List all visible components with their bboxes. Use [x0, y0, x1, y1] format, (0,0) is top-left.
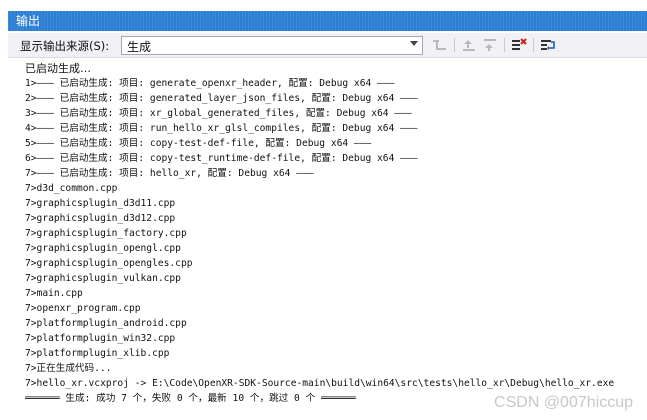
source-dropdown[interactable]: 生成 — [121, 36, 423, 55]
output-lines: 已启动生成… 1>——— 已启动生成: 项目: generate_openxr_… — [25, 61, 614, 406]
find-message-in-code-icon[interactable] — [431, 37, 449, 53]
output-line: 7>正在生成代码... — [25, 363, 112, 374]
source-label: 显示输出来源(S): — [20, 39, 110, 53]
titlebar-background — [8, 11, 647, 31]
go-to-next-message-icon[interactable] — [481, 37, 499, 53]
output-line: 7>graphicsplugin_d3d12.cpp — [25, 213, 176, 224]
output-line: 7>——— 已启动生成: 项目: hello_xr, 配置: Debug x64… — [25, 168, 314, 179]
watermark: CSDN @007hiccup — [494, 394, 633, 411]
chevron-down-icon[interactable] — [410, 41, 418, 46]
go-to-previous-message-icon[interactable] — [460, 37, 478, 53]
toolbar-separator — [504, 38, 505, 52]
output-line: 7>platformplugin_android.cpp — [25, 318, 187, 329]
output-line: 7>platformplugin_win32.cpp — [25, 333, 176, 344]
output-line: 7>hello_xr.vcxproj -> E:\Code\OpenXR-SDK… — [25, 378, 615, 389]
toolbar-separator — [533, 38, 534, 52]
output-line: 4>——— 已启动生成: 项目: run_hello_xr_glsl_compi… — [25, 123, 418, 134]
output-line: 7>graphicsplugin_factory.cpp — [25, 228, 187, 239]
source-dropdown-value: 生成 — [127, 40, 152, 54]
output-line: 3>——— 已启动生成: 项目: xr_global_generated_fil… — [25, 108, 412, 119]
output-line: 7>openxr_program.cpp — [25, 303, 141, 314]
output-line: 6>——— 已启动生成: 项目: copy-test_runtime-def-f… — [25, 153, 418, 164]
output-line: 1>——— 已启动生成: 项目: generate_openxr_header,… — [25, 78, 395, 89]
window-title: 输出 — [16, 14, 41, 28]
output-line: 2>——— 已启动生成: 项目: generated_layer_json_fi… — [25, 93, 418, 104]
output-line: 7>graphicsplugin_d3d11.cpp — [25, 198, 176, 209]
output-line: 7>platformplugin_xlib.cpp — [25, 348, 170, 359]
output-line: 7>main.cpp — [25, 288, 83, 299]
output-line: 已启动生成… — [25, 62, 91, 75]
output-line: 7>graphicsplugin_vulkan.cpp — [25, 273, 181, 284]
output-line: 7>graphicsplugin_opengl.cpp — [25, 243, 181, 254]
output-line: 7>d3d_common.cpp — [25, 183, 118, 194]
toggle-word-wrap-icon[interactable] — [539, 37, 557, 53]
clear-all-icon[interactable] — [510, 37, 528, 53]
output-toolbar: 显示输出来源(S): 生成 — [8, 33, 647, 57]
output-pane[interactable]: 已启动生成… 1>——— 已启动生成: 项目: generate_openxr_… — [8, 57, 647, 420]
output-line: 5>——— 已启动生成: 项目: copy-test-def-file, 配置:… — [25, 138, 372, 149]
toolbar-separator — [454, 38, 455, 52]
output-window-titlebar: 输出 — [0, 0, 647, 33]
output-line: 7>graphicsplugin_opengles.cpp — [25, 258, 193, 269]
